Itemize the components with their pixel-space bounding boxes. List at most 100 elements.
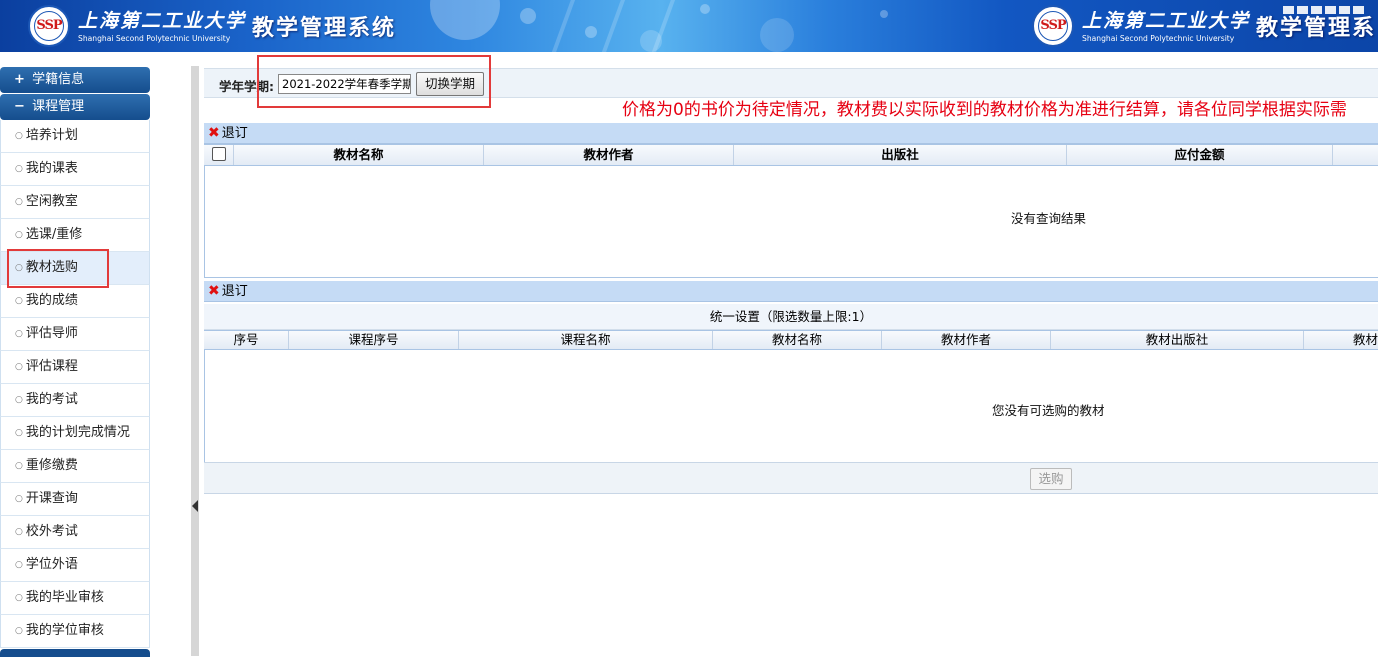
col-amount-due: 应付金额 (1067, 145, 1333, 165)
menu-group-course-management[interactable]: − 课程管理 (0, 94, 150, 120)
header-banner: SSP 上海第二工业大学 Shanghai Second Polytechnic… (0, 0, 1378, 52)
sidebar-item-label: 我的学位审核 (25, 623, 104, 638)
sidebar-item-13[interactable]: ○ 学位外语 (0, 549, 150, 582)
bullet-circle-icon: ○ (15, 527, 23, 537)
sidebar-item-0[interactable]: ○ 培养计划 (0, 120, 150, 153)
buy-button[interactable]: 选购 (1030, 468, 1072, 490)
main-content: 学年学期: 2021-2022学年春季学期 切换学期 价格为0的书价为待定情况，… (204, 55, 1378, 656)
bullet-circle-icon: ○ (15, 461, 23, 471)
sidebar-item-10[interactable]: ○ 重修缴费 (0, 450, 150, 483)
sidebar-item-label: 我的成绩 (25, 293, 78, 308)
ordered-table-header: 教材名称 教材作者 出版社 应付金额 (204, 144, 1378, 166)
sidebar-splitter[interactable] (191, 66, 199, 656)
sidebar-item-2[interactable]: ○ 空闲教室 (0, 186, 150, 219)
sidebar-item-label: 我的考试 (25, 392, 78, 407)
ordered-empty-message: 没有查询结果 (1011, 211, 1087, 226)
bullet-circle-icon: ○ (15, 395, 23, 405)
sidebar-item-label: 校外考试 (25, 524, 78, 539)
term-select[interactable]: 2021-2022学年春季学期 (278, 74, 411, 94)
available-footer-bar: 选购 (204, 462, 1378, 494)
menu-list: ○ 培养计划 ○ 我的课表 ○ 空闲教室 ○ 选课/重修 ○ 教材选购 ○ 我的成绩 ○ 评估导师 ○ 评估课… (0, 120, 150, 648)
col-textbook-more: 教材 (1352, 332, 1378, 347)
system-title: 教学管理系统 (252, 15, 397, 41)
system-title-partial: 教学管理系 (1256, 15, 1377, 41)
sidebar-item-9[interactable]: ○ 我的计划完成情况 (0, 417, 150, 450)
sidebar-item-label: 重修缴费 (25, 458, 78, 473)
sidebar-item-label: 学位外语 (25, 557, 78, 572)
bullet-circle-icon: ○ (15, 560, 23, 570)
sidebar-item-7[interactable]: ○ 评估课程 (0, 351, 150, 384)
sidebar-item-label: 培养计划 (25, 128, 78, 143)
sidebar-item-label: 评估导师 (25, 326, 78, 341)
col-textbook-author: 教材作者 (882, 331, 1051, 349)
bullet-circle-icon: ○ (15, 263, 23, 273)
menu-group-label: 学籍信息 (32, 72, 85, 87)
ordered-table-body: 没有查询结果 (204, 166, 1378, 278)
decor-squares (1283, 6, 1364, 14)
available-empty-message: 您没有可选购的教材 (992, 403, 1105, 418)
collapse-minus-icon: − (14, 99, 25, 114)
available-table-body: 您没有可选购的教材 (204, 350, 1378, 462)
bullet-circle-icon: ○ (15, 164, 23, 174)
sidebar-item-3[interactable]: ○ 选课/重修 (0, 219, 150, 252)
university-name-cn: 上海第二工业大学 (78, 9, 247, 32)
available-table-header: 序号 课程序号 课程名称 教材名称 教材作者 教材出版社 教材 (204, 330, 1378, 350)
col-textbook-publisher: 教材出版社 (1051, 331, 1304, 349)
select-all-checkbox[interactable] (211, 147, 226, 161)
university-seal-icon: SSP (1032, 5, 1074, 47)
sidebar-item-14[interactable]: ○ 我的毕业审核 (0, 582, 150, 615)
sidebar-item-label: 开课查询 (25, 491, 78, 506)
sidebar-item-label: 我的计划完成情况 (25, 425, 130, 440)
sidebar-item-4[interactable]: ○ 教材选购 (0, 252, 150, 285)
sidebar-item-label: 评估课程 (25, 359, 78, 374)
bullet-circle-icon: ○ (15, 131, 23, 141)
bullet-circle-icon: ○ (15, 626, 23, 636)
sidebar-item-label: 选课/重修 (25, 227, 83, 242)
term-label: 学年学期: (219, 79, 274, 94)
sidebar-item-8[interactable]: ○ 我的考试 (0, 384, 150, 417)
sidebar-item-1[interactable]: ○ 我的课表 (0, 153, 150, 186)
sidebar-item-label: 我的毕业审核 (25, 590, 104, 605)
term-bar: 学年学期: 2021-2022学年春季学期 切换学期 (204, 68, 1378, 98)
price-notice: 价格为0的书价为待定情况，教材费以实际收到的教材价格为准进行结算，请各位同学根据… (622, 100, 1347, 120)
col-course-number: 课程序号 (289, 331, 459, 349)
delete-x-icon: ✖ (208, 125, 220, 141)
ordered-section-bar: ✖ 退订 (204, 123, 1378, 144)
bullet-circle-icon: ○ (15, 593, 23, 603)
col-textbook-name: 教材名称 (234, 145, 484, 165)
bullet-circle-icon: ○ (15, 197, 23, 207)
col-textbook-name: 教材名称 (713, 331, 882, 349)
sidebar-item-11[interactable]: ○ 开课查询 (0, 483, 150, 516)
sidebar-item-label: 教材选购 (25, 260, 78, 275)
bullet-circle-icon: ○ (15, 362, 23, 372)
bullet-circle-icon: ○ (15, 428, 23, 438)
bullet-circle-icon: ○ (15, 329, 23, 339)
sidebar-item-15[interactable]: ○ 我的学位审核 (0, 615, 150, 648)
sidebar-item-label: 空闲教室 (25, 194, 78, 209)
delete-x-icon: ✖ (208, 283, 220, 299)
sidebar-menu: + 学籍信息 − 课程管理 ○ 培养计划 ○ 我的课表 ○ 空闲教室 ○ 选课/重修 ○ 教材选购… (0, 66, 150, 657)
col-index: 序号 (204, 331, 289, 349)
bullet-circle-icon: ○ (15, 494, 23, 504)
sidebar-item-6[interactable]: ○ 评估导师 (0, 318, 150, 351)
sidebar-item-5[interactable]: ○ 我的成绩 (0, 285, 150, 318)
sidebar-item-12[interactable]: ○ 校外考试 (0, 516, 150, 549)
university-logo-left: SSP 上海第二工业大学 Shanghai Second Polytechnic… (28, 4, 396, 48)
uniform-setting-row: 统一设置（限选数量上限:1） (204, 304, 1378, 330)
university-name-en: Shanghai Second Polytechnic University (1082, 33, 1235, 43)
university-name-cn: 上海第二工业大学 (1082, 9, 1251, 32)
menu-group-student-info[interactable]: + 学籍信息 (0, 67, 150, 93)
expand-plus-icon: + (14, 72, 25, 87)
available-section-bar: ✖ 退订 (204, 281, 1378, 302)
col-publisher: 出版社 (734, 145, 1067, 165)
unsubscribe-action-2[interactable]: ✖ 退订 (208, 283, 248, 299)
unsubscribe-action[interactable]: ✖ 退订 (208, 125, 248, 141)
menu-group-label: 课程管理 (32, 99, 85, 114)
col-textbook-author: 教材作者 (484, 145, 734, 165)
university-seal-icon: SSP (28, 5, 70, 47)
col-course-name: 课程名称 (459, 331, 713, 349)
switch-term-button[interactable]: 切换学期 (416, 72, 484, 96)
select-all-checkbox-cell (204, 145, 234, 165)
bullet-circle-icon: ○ (15, 230, 23, 240)
collapse-arrow-icon[interactable] (192, 500, 198, 512)
